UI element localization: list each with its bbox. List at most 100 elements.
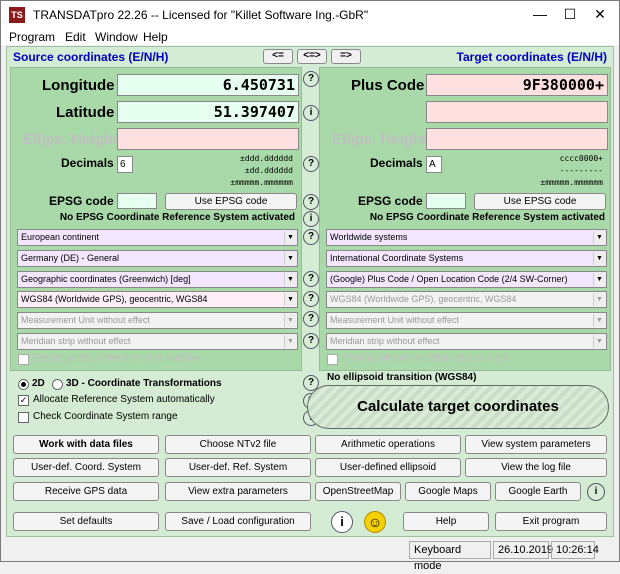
source-ellips-field[interactable] (117, 128, 299, 150)
menu-program[interactable]: Program (9, 30, 55, 44)
combo-value: European continent (21, 232, 100, 242)
copy-left-button[interactable]: <= (263, 49, 293, 64)
target-format-line2: --------- (559, 166, 603, 175)
info-latitude-icon[interactable]: i (303, 105, 319, 121)
help-meridian-icon[interactable]: ? (303, 333, 319, 349)
help-datum-icon[interactable]: ? (303, 291, 319, 307)
source-meridian-combo[interactable]: Meridian strip without effect ▼ (17, 333, 298, 350)
about-icon[interactable]: i (331, 511, 353, 533)
maximize-icon[interactable]: ☐ (555, 1, 585, 29)
source-datum-combo[interactable]: WGS84 (Worldwide GPS), geocentric, WGS84… (17, 291, 298, 308)
chevron-down-icon: ▼ (593, 293, 605, 306)
menu-window[interactable]: Window (95, 30, 138, 44)
target-epsg-button[interactable]: Use EPSG code (474, 193, 606, 210)
radio-2d-label: 2D (32, 378, 45, 389)
combo-value: Measurement Unit without effect (330, 315, 459, 325)
source-epsg-field[interactable] (117, 193, 157, 209)
user-coord-system-button[interactable]: User-def. Coord. System (13, 458, 159, 477)
help-longitude-icon[interactable]: ? (303, 71, 319, 87)
target-datum-combo[interactable]: WGS84 (Worldwide GPS), geocentric, WGS84… (326, 291, 607, 308)
source-format-line2: ±dd.dddddd (244, 166, 293, 175)
combo-value: International Coordinate Systems (330, 253, 464, 263)
menu-bar: Program Edit Window Help (1, 29, 619, 45)
check-range-label: Check Coordinate System range (33, 411, 178, 422)
google-earth-button[interactable]: Google Earth (495, 482, 581, 501)
calculate-button[interactable]: Calculate target coordinates (307, 385, 609, 429)
radio-2d[interactable] (18, 379, 29, 390)
chevron-down-icon: ▼ (284, 252, 296, 265)
arithmetic-button[interactable]: Arithmetic operations (315, 435, 461, 454)
openstreetmap-button[interactable]: OpenStreetMap (315, 482, 401, 501)
source-epsg-status: No EPSG Coordinate Reference System acti… (59, 212, 295, 223)
chevron-down-icon: ▼ (284, 273, 296, 286)
combo-value: WGS84 (Worldwide GPS), geocentric, WGS84 (330, 294, 517, 304)
source-epsg-button[interactable]: Use EPSG code (165, 193, 297, 210)
set-defaults-button[interactable]: Set defaults (13, 512, 159, 531)
source-system-combo[interactable]: Geographic coordinates (Greenwich) [deg]… (17, 271, 298, 288)
chevron-down-icon: ▼ (284, 293, 296, 306)
window-title: TRANSDATpro 22.26 -- Licensed for "Kille… (33, 8, 369, 22)
target-epsg-field[interactable] (426, 193, 466, 209)
help-system-icon[interactable]: ? (303, 271, 319, 287)
target-region-combo[interactable]: Worldwide systems ▼ (326, 229, 607, 246)
swap-button[interactable]: <=> (297, 49, 327, 64)
pluscode-field[interactable]: 9F380000+ (426, 74, 608, 96)
exit-button[interactable]: Exit program (495, 512, 607, 531)
help-decimals-icon[interactable]: ? (303, 156, 319, 172)
info-icon[interactable]: i (587, 483, 605, 501)
help-unit-icon[interactable]: ? (303, 311, 319, 327)
check-range-checkbox[interactable] (18, 412, 29, 423)
copy-right-button[interactable]: => (331, 49, 361, 64)
view-extra-params-button[interactable]: View extra parameters (165, 482, 311, 501)
user-ellipsoid-button[interactable]: User-defined ellipsoid (315, 458, 461, 477)
status-time: 10:26:14 (551, 541, 599, 559)
view-log-button[interactable]: View the log file (465, 458, 607, 477)
help-region-icon[interactable]: ? (303, 229, 319, 245)
chevron-down-icon: ▼ (593, 273, 605, 286)
chevron-down-icon: ▼ (593, 252, 605, 265)
target-format-line3: ±mmmmm.mmmmmm (540, 178, 603, 187)
minimize-icon[interactable]: — (525, 1, 555, 29)
menu-edit[interactable]: Edit (65, 30, 86, 44)
source-unit-combo[interactable]: Measurement Unit without effect ▼ (17, 312, 298, 329)
user-ref-system-button[interactable]: User-def. Ref. System (165, 458, 311, 477)
longitude-field[interactable]: 6.450731 (117, 74, 299, 96)
radio-3d[interactable] (52, 379, 63, 390)
target-easting-checkbox[interactable] (327, 354, 338, 365)
close-icon[interactable]: ✕ (585, 1, 615, 29)
save-load-config-button[interactable]: Save / Load configuration (165, 512, 311, 531)
target-second-field[interactable] (426, 101, 608, 123)
work-data-files-button[interactable]: Work with data files (13, 435, 159, 454)
chevron-down-icon: ▼ (284, 314, 296, 327)
source-decimals-field[interactable]: 6 (117, 156, 133, 173)
combo-value: WGS84 (Worldwide GPS), geocentric, WGS84 (21, 294, 208, 304)
smiley-icon[interactable]: ☺ (364, 511, 386, 533)
source-format-line1: ±ddd.dddddd (240, 154, 293, 163)
status-bar: Keyboard mode 26.10.2019 10:26:14 (1, 539, 619, 572)
view-system-params-button[interactable]: View system parameters (465, 435, 607, 454)
chevron-down-icon: ▼ (284, 231, 296, 244)
allocate-checkbox[interactable]: ✓ (18, 395, 29, 406)
google-maps-button[interactable]: Google Maps (405, 482, 491, 501)
target-unit-combo[interactable]: Measurement Unit without effect ▼ (326, 312, 607, 329)
help-button[interactable]: Help (403, 512, 489, 531)
info-epsg-icon[interactable]: i (303, 211, 319, 227)
target-system-combo[interactable]: (Google) Plus Code / Open Location Code … (326, 271, 607, 288)
target-country-combo[interactable]: International Coordinate Systems ▼ (326, 250, 607, 267)
receive-gps-button[interactable]: Receive GPS data (13, 482, 159, 501)
target-decimals-field[interactable]: A (426, 156, 442, 173)
source-country-combo[interactable]: Germany (DE) - General ▼ (17, 250, 298, 267)
choose-ntv2-button[interactable]: Choose NTv2 file (165, 435, 311, 454)
target-ellips-field[interactable] (426, 128, 608, 150)
target-ellips-label: Ellips. Height (332, 131, 428, 148)
latitude-field[interactable]: 51.397407 (117, 101, 299, 123)
source-easting-checkbox[interactable] (18, 354, 29, 365)
target-meridian-combo[interactable]: Meridian strip without effect ▼ (326, 333, 607, 350)
source-ellips-label: Ellips. Height (23, 131, 119, 148)
menu-help[interactable]: Help (143, 30, 168, 44)
source-region-combo[interactable]: European continent ▼ (17, 229, 298, 246)
combo-value: Meridian strip without effect (330, 336, 440, 346)
help-epsg-icon[interactable]: ? (303, 194, 319, 210)
status-mode: Keyboard mode (409, 541, 491, 572)
status-date: 26.10.2019 (493, 541, 553, 559)
